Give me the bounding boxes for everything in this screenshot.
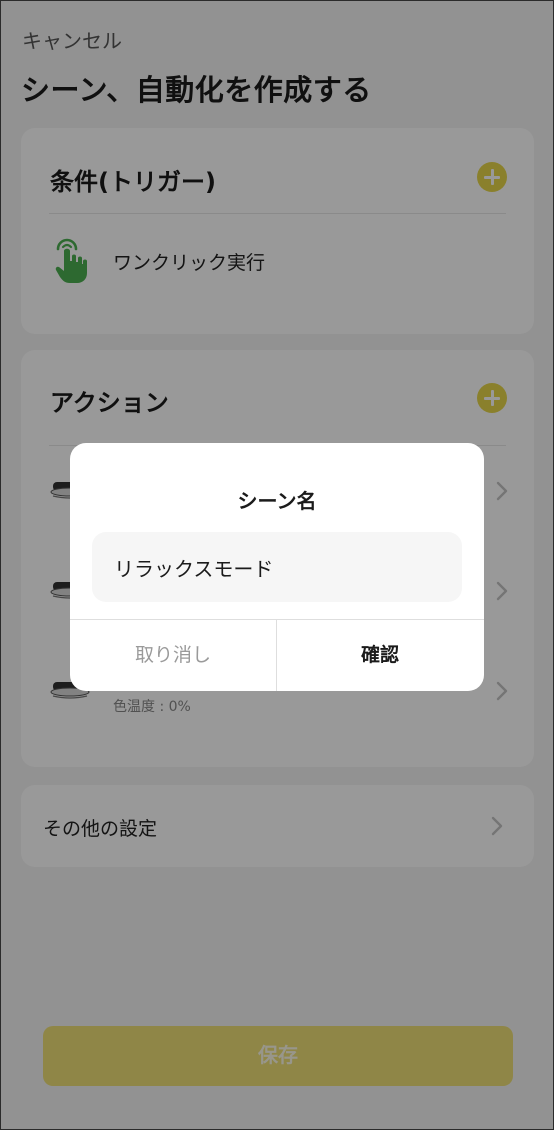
dialog-confirm-button[interactable]: 確認 [277, 620, 483, 691]
dialog-title: シーン名 [237, 489, 317, 513]
dialog-cancel-button[interactable]: 取り消し [70, 620, 276, 691]
scene-name-dialog: シーン名 取り消し 確認 [70, 443, 484, 691]
scene-name-input[interactable] [92, 532, 462, 602]
